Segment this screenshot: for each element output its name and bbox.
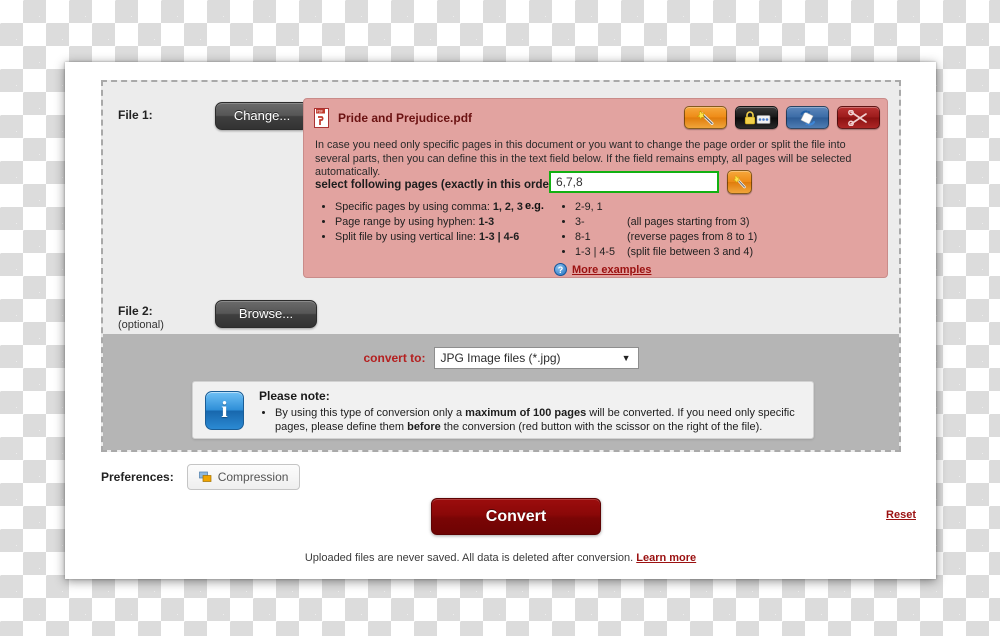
info-icon: i — [205, 391, 244, 430]
chevron-down-icon: ▼ — [621, 353, 631, 363]
pages-input[interactable] — [549, 171, 719, 193]
compression-label: Compression — [217, 470, 289, 484]
password-protect-button[interactable] — [735, 106, 778, 129]
scissors-icon — [847, 109, 867, 126]
list-item: Page range by using hyphen: 1-3 — [335, 215, 534, 230]
pdf-tool-buttons — [684, 106, 880, 129]
learn-more-link[interactable]: Learn more — [636, 552, 696, 564]
info-glyph: i — [221, 397, 228, 422]
upload-panel: File 1: Change... PDF Pride and Prejudic… — [101, 80, 901, 452]
magic-wand-icon — [732, 175, 746, 189]
magic-wand-icon — [696, 109, 713, 125]
question-mark-icon: ? — [554, 263, 567, 276]
rotate-pages-button[interactable] — [786, 106, 829, 129]
more-examples-row[interactable]: ? More examples — [554, 263, 651, 276]
reset-link[interactable]: Reset — [886, 509, 916, 521]
convert-to-label: convert to: — [363, 351, 426, 365]
list-item: 8-1(reverse pages from 8 to 1) — [575, 230, 859, 245]
page-select-label: select following pages (exactly in this … — [315, 179, 562, 191]
list-item: 3-(all pages starting from 3) — [575, 215, 859, 230]
note-title: Please note: — [259, 389, 330, 403]
split-pages-button[interactable] — [837, 106, 880, 129]
list-item: By using this type of conversion only a … — [275, 406, 799, 434]
file1-row: File 1: Change... PDF Pride and Prejudic… — [103, 82, 899, 290]
please-note-box: i Please note: By using this type of con… — [192, 381, 814, 439]
output-format-value: JPG Image files (*.jpg) — [440, 351, 561, 365]
magic-wand-button[interactable] — [684, 106, 727, 129]
browse-file-button[interactable]: Browse... — [215, 300, 317, 328]
preferences-label: Preferences: — [101, 470, 174, 484]
preferences-row: Preferences: Compression — [101, 464, 301, 490]
pdf-filename: Pride and Prejudice.pdf — [338, 111, 473, 125]
compression-button[interactable]: Compression — [186, 464, 301, 490]
file2-optional-label: (optional) — [118, 319, 164, 331]
footer-note: Uploaded files are never saved. All data… — [65, 552, 936, 564]
file2-label: File 2: — [118, 304, 153, 318]
convert-button[interactable]: Convert — [431, 498, 601, 535]
eg-label: e.g. — [525, 200, 544, 212]
change-file-button[interactable]: Change... — [215, 102, 309, 130]
convert-to-row: convert to: JPG Image files (*.jpg) ▼ — [103, 347, 899, 369]
output-format-select[interactable]: JPG Image files (*.jpg) ▼ — [433, 347, 639, 369]
pdf-file-icon: PDF — [314, 108, 329, 128]
more-examples-link[interactable]: More examples — [572, 264, 651, 276]
examples-left-list: Specific pages by using comma: 1, 2, 3 P… — [319, 200, 534, 245]
list-item: 1-3 | 4-5(split file between 3 and 4) — [575, 245, 859, 260]
svg-text:PDF: PDF — [317, 110, 323, 114]
rotate-icon — [800, 110, 815, 126]
list-item: Specific pages by using comma: 1, 2, 3 — [335, 200, 534, 215]
list-item: 2-9, 1 — [575, 200, 859, 215]
converter-card: File 1: Change... PDF Pride and Prejudic… — [65, 62, 936, 579]
examples-right-list: 2-9, 1 3-(all pages starting from 3) 8-1… — [559, 200, 859, 260]
lock-password-icon — [744, 110, 770, 124]
pdf-file-box: PDF Pride and Prejudice.pdf In case you … — [303, 98, 888, 278]
file2-row: File 2: (optional) Browse... — [103, 290, 899, 334]
pages-magic-wand-button[interactable] — [727, 170, 752, 194]
list-item: Split file by using vertical line: 1-3 |… — [335, 230, 534, 245]
footer-text: Uploaded files are never saved. All data… — [304, 552, 637, 564]
convert-options-band: convert to: JPG Image files (*.jpg) ▼ i … — [103, 334, 899, 450]
page-select-row: select following pages (exactly in this … — [315, 170, 752, 194]
note-body-list: By using this type of conversion only a … — [259, 406, 799, 434]
compression-icon — [198, 471, 212, 482]
file1-label: File 1: — [118, 108, 153, 122]
